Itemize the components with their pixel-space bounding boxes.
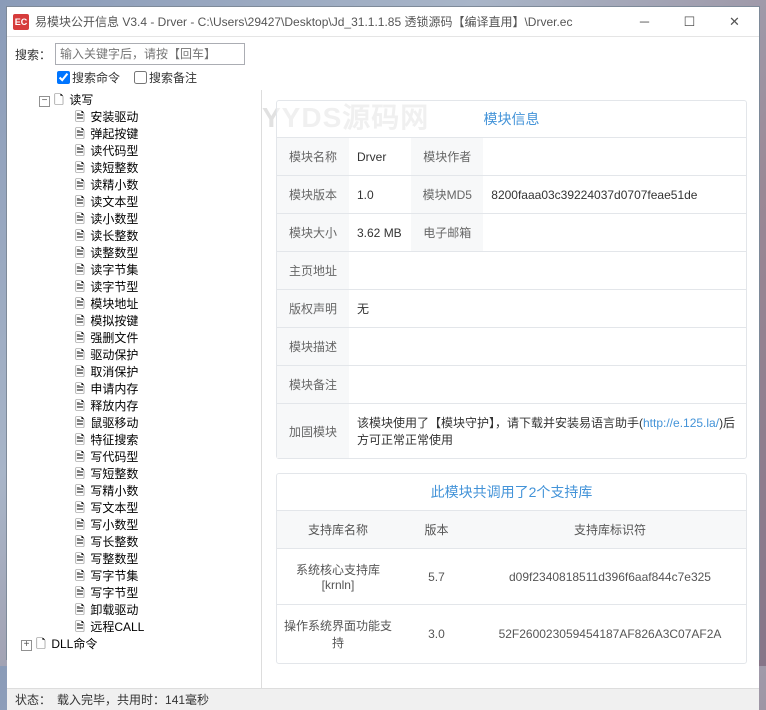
col-libver: 版本 <box>399 511 474 549</box>
label-remark: 模块备注 <box>277 366 349 404</box>
tree-item[interactable]: 🗎 读字节集 <box>11 262 261 279</box>
label-copyright: 版权声明 <box>277 290 349 328</box>
tree-item[interactable]: 🗎 读整数型 <box>11 245 261 262</box>
tree-item[interactable]: 🗎 释放内存 <box>11 398 261 415</box>
tree-panel: −🗋 读写🗎 安装驱动🗎 弹起按键🗎 读代码型🗎 读短整数🗎 读精小数🗎 读文本… <box>7 90 262 688</box>
tree-item[interactable]: 🗎 模拟按键 <box>11 313 261 330</box>
col-libname: 支持库名称 <box>277 511 399 549</box>
panel-title: 模块信息 <box>277 101 746 137</box>
value-md5: 8200faaa03c39224037d0707feae51de <box>483 176 746 214</box>
label-email: 电子邮箱 <box>411 214 483 252</box>
tree-item[interactable]: 🗎 写字节型 <box>11 585 261 602</box>
col-libid: 支持库标识符 <box>474 511 746 549</box>
value-copyright: 无 <box>349 290 746 328</box>
tree-item[interactable]: 🗎 写字节集 <box>11 568 261 585</box>
value-email <box>483 214 746 252</box>
value-name: Drver <box>349 138 411 176</box>
tree-item[interactable]: 🗎 读小数型 <box>11 211 261 228</box>
value-remark <box>349 366 746 404</box>
tree-item[interactable]: 🗎 安装驱动 <box>11 109 261 126</box>
tree-item[interactable]: 🗎 读代码型 <box>11 143 261 160</box>
tree-item[interactable]: 🗎 读长整数 <box>11 228 261 245</box>
app-window: EC 易模块公开信息 V3.4 - Drver - C:\Users\29427… <box>6 6 760 660</box>
tree-item[interactable]: 🗎 申请内存 <box>11 381 261 398</box>
tree-item[interactable]: 🗎 弹起按键 <box>11 126 261 143</box>
tree-item[interactable]: 🗎 读短整数 <box>11 160 261 177</box>
search-label: 搜索： <box>15 46 51 63</box>
toolbar: 搜索： 搜索命令 搜索备注 <box>7 37 759 90</box>
value-homepage <box>349 252 746 290</box>
panel-title: 此模块共调用了2个支持库 <box>277 474 746 510</box>
search-input[interactable] <box>55 43 245 65</box>
status-label: 状态： <box>15 691 51 708</box>
tree-node-root[interactable]: −🗋 读写 <box>11 92 261 109</box>
helper-link[interactable]: http://e.125.la/ <box>643 416 719 430</box>
tree-item[interactable]: 🗎 强删文件 <box>11 330 261 347</box>
label-harden: 加固模块 <box>277 404 349 459</box>
search-cmd-checkbox[interactable]: 搜索命令 <box>57 69 120 86</box>
label-name: 模块名称 <box>277 138 349 176</box>
tree-item[interactable]: 🗎 鼠驱移动 <box>11 415 261 432</box>
tree-item[interactable]: 🗎 读精小数 <box>11 177 261 194</box>
tree-node-dll[interactable]: +🗋 DLL命令 <box>11 636 261 653</box>
minimize-button[interactable]: ─ <box>622 7 667 36</box>
tree-item[interactable]: 🗎 远程CALL <box>11 619 261 636</box>
label-author: 模块作者 <box>411 138 483 176</box>
detail-panel: YYDS源码网 模块信息 模块名称 Drver 模块作者 模块版本 1.0 <box>262 90 759 688</box>
value-version: 1.0 <box>349 176 411 214</box>
tree-item[interactable]: 🗎 写整数型 <box>11 551 261 568</box>
tree-item[interactable]: 🗎 驱动保护 <box>11 347 261 364</box>
close-button[interactable]: ✕ <box>712 7 757 36</box>
value-harden: 该模块使用了【模块守护】，请下载并安装易语言助手(http://e.125.la… <box>349 404 746 459</box>
status-bar: 状态： 载入完毕，共用时：141毫秒 <box>7 688 759 710</box>
value-desc <box>349 328 746 366</box>
tree-item[interactable]: 🗎 写小数型 <box>11 517 261 534</box>
tree-item[interactable]: 🗎 取消保护 <box>11 364 261 381</box>
label-md5: 模块MD5 <box>411 176 483 214</box>
tree-item[interactable]: 🗎 模块地址 <box>11 296 261 313</box>
table-row: 系统核心支持库[krnln] 5.7 d09f2340818511d396f6a… <box>277 549 746 605</box>
value-size: 3.62 MB <box>349 214 411 252</box>
app-icon: EC <box>13 14 29 30</box>
search-remark-checkbox[interactable]: 搜索备注 <box>134 69 197 86</box>
tree-item[interactable]: 🗎 写代码型 <box>11 449 261 466</box>
maximize-button[interactable]: ☐ <box>667 7 712 36</box>
tree-item[interactable]: 🗎 读字节型 <box>11 279 261 296</box>
label-version: 模块版本 <box>277 176 349 214</box>
label-size: 模块大小 <box>277 214 349 252</box>
tree-item[interactable]: 🗎 写短整数 <box>11 466 261 483</box>
tree-item[interactable]: 🗎 读文本型 <box>11 194 261 211</box>
tree-item[interactable]: 🗎 写文本型 <box>11 500 261 517</box>
status-text: 载入完毕，共用时：141毫秒 <box>57 691 209 708</box>
tree-item[interactable]: 🗎 卸载驱动 <box>11 602 261 619</box>
label-homepage: 主页地址 <box>277 252 349 290</box>
label-desc: 模块描述 <box>277 328 349 366</box>
support-lib-panel: 此模块共调用了2个支持库 支持库名称 版本 支持库标识符 系统核心支持库[krn… <box>276 473 747 664</box>
window-title: 易模块公开信息 V3.4 - Drver - C:\Users\29427\De… <box>35 13 622 30</box>
table-row: 操作系统界面功能支持 3.0 52F260023059454187AF826A3… <box>277 605 746 664</box>
module-info-panel: 模块信息 模块名称 Drver 模块作者 模块版本 1.0 模块MD5 8 <box>276 100 747 459</box>
titlebar: EC 易模块公开信息 V3.4 - Drver - C:\Users\29427… <box>7 7 759 37</box>
tree-item[interactable]: 🗎 写精小数 <box>11 483 261 500</box>
tree-item[interactable]: 🗎 特征搜索 <box>11 432 261 449</box>
value-author <box>483 138 746 176</box>
tree-item[interactable]: 🗎 写长整数 <box>11 534 261 551</box>
